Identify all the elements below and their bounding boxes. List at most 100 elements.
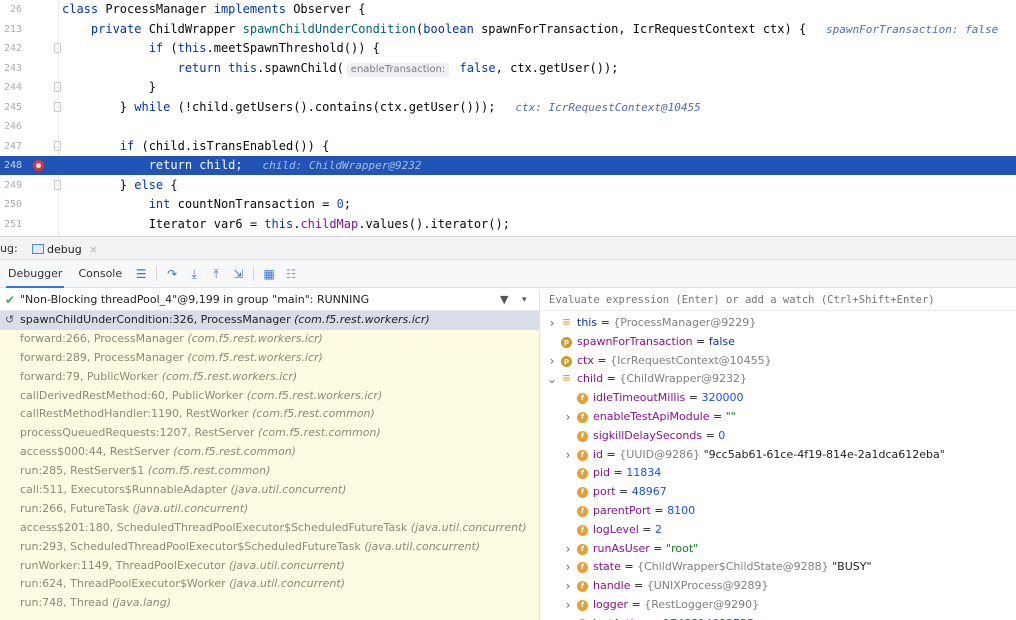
line-number[interactable]: 248 bbox=[0, 156, 22, 175]
line-number[interactable]: 250 bbox=[0, 195, 22, 214]
code-line[interactable]: 245 } while (!child.getUsers().contains(… bbox=[0, 98, 1016, 117]
variable-text: sigkillDelaySeconds = 0 bbox=[593, 428, 726, 442]
variable-row[interactable]: f sigkillDelaySeconds = 0 bbox=[541, 427, 1016, 446]
stack-frame[interactable]: processQueuedRequests:1207, RestServer (… bbox=[0, 424, 539, 443]
line-number[interactable]: 246 bbox=[0, 117, 22, 136]
stack-frame[interactable]: run:624, ThreadPoolExecutor$Worker (java… bbox=[0, 575, 539, 594]
stack-frame[interactable]: ↺ spawnChildUnderCondition:326, ProcessMa… bbox=[0, 311, 539, 330]
stack-frame[interactable]: run:293, ScheduledThreadPoolExecutor$Sch… bbox=[0, 538, 539, 557]
expand-arrow-icon[interactable]: › bbox=[547, 314, 557, 333]
frame-package: (com.f5.rest.workers.icr) bbox=[294, 313, 430, 326]
step-over-icon[interactable]: ↷ bbox=[163, 265, 181, 283]
stack-frame[interactable]: runWorker:1149, ThreadPoolExecutor (java… bbox=[0, 557, 539, 576]
expand-arrow-icon[interactable]: › bbox=[563, 577, 573, 596]
current-frame-icon: ↺ bbox=[5, 313, 15, 326]
stack-frame[interactable]: run:285, RestServer$1 (com.f5.rest.commo… bbox=[0, 462, 539, 481]
variable-row[interactable]: › p ctx = {IcrRequestContext@10455} bbox=[541, 352, 1016, 371]
variable-row[interactable]: f port = 48967 bbox=[541, 483, 1016, 502]
stack-frame[interactable]: access$000:44, RestServer (com.f5.rest.c… bbox=[0, 443, 539, 462]
variable-name: logLevel bbox=[593, 522, 639, 536]
line-number[interactable]: 247 bbox=[0, 137, 22, 156]
expand-arrow-icon[interactable]: › bbox=[563, 408, 573, 427]
fold-marker-icon[interactable] bbox=[54, 140, 61, 151]
variable-row[interactable]: f idleTimeoutMillis = 320000 bbox=[541, 389, 1016, 408]
variable-row[interactable]: p spawnForTransaction = false bbox=[541, 333, 1016, 352]
stack-frame[interactable]: call:511, Executors$RunnableAdapter (jav… bbox=[0, 481, 539, 500]
stack-frame[interactable]: callRestMethodHandler:1190, RestWorker (… bbox=[0, 405, 539, 424]
collapse-arrow-icon[interactable]: ⌄ bbox=[547, 370, 557, 389]
variable-row[interactable]: f logLevel = 2 bbox=[541, 521, 1016, 540]
variable-row[interactable]: f parentPort = 8100 bbox=[541, 502, 1016, 521]
run-to-cursor-icon[interactable]: ⇲ bbox=[229, 265, 247, 283]
expand-arrow-icon[interactable]: › bbox=[563, 558, 573, 577]
variable-row[interactable]: ⌄ ≡ child = {ChildWrapper@9232} bbox=[541, 370, 1016, 389]
line-number[interactable]: 249 bbox=[0, 176, 22, 195]
variable-row[interactable]: › f id = {UUID@9286} "9cc5ab61-61ce-4f19-8… bbox=[541, 446, 1016, 465]
expand-arrow-icon[interactable]: › bbox=[563, 596, 573, 615]
code-line[interactable]: 243 return this.spawnChild(enableTransac… bbox=[0, 59, 1016, 78]
inline-debug-value: child: ChildWrapper@9232 bbox=[242, 159, 422, 172]
debug-session-tab[interactable]: debug × bbox=[28, 239, 102, 259]
fold-marker-icon[interactable] bbox=[54, 82, 61, 92]
code-line[interactable]: 242 if (this.meetSpawnThreshold()) { bbox=[0, 39, 1016, 58]
menu-icon[interactable]: ☰ bbox=[132, 265, 150, 283]
variable-row[interactable]: › f runAsUser = "root" bbox=[541, 540, 1016, 559]
stack-frame[interactable]: access$201:180, ScheduledThreadPoolExecu… bbox=[0, 519, 539, 538]
code-line[interactable]: 248 return child; child: ChildWrapper@92… bbox=[0, 156, 1016, 175]
code-line[interactable]: 26 class ProcessManager implements Observ… bbox=[0, 0, 1016, 19]
code-line[interactable]: 250 int countNonTransaction = 0; bbox=[0, 195, 1016, 214]
tab-debugger[interactable]: Debugger bbox=[0, 260, 70, 288]
frame-package: (com.f5.rest.workers.icr) bbox=[187, 331, 323, 345]
code-line[interactable]: 246 bbox=[0, 117, 1016, 136]
code-line[interactable]: 249 } else { bbox=[0, 176, 1016, 195]
step-out-icon[interactable]: ⤒ bbox=[207, 265, 225, 283]
variable-text: this = {ProcessManager@9229} bbox=[577, 316, 757, 329]
close-icon[interactable]: × bbox=[89, 243, 98, 256]
debug-tool-window-header: ug: debug × bbox=[0, 236, 1016, 260]
layout-settings-icon[interactable]: ☷ bbox=[282, 265, 300, 283]
variable-row[interactable]: flastActive = 1748814092725 bbox=[541, 615, 1016, 620]
line-number[interactable]: 245 bbox=[0, 98, 22, 117]
stack-frame[interactable]: run:266, FutureTask (java.util.concurren… bbox=[0, 500, 539, 519]
chevron-down-icon[interactable]: ▾ bbox=[522, 289, 527, 311]
code-line[interactable]: 251 Iterator var6 = this.childMap.values… bbox=[0, 215, 1016, 234]
variable-row[interactable]: › f state = {ChildWrapper$ChildState@9288}… bbox=[541, 558, 1016, 577]
variable-text: id = {UUID@9286} "9cc5ab61-61ce-4f19-814… bbox=[593, 447, 945, 461]
variable-row[interactable]: › f logger = {RestLogger@9290} bbox=[541, 596, 1016, 615]
stack-frame[interactable]: forward:266, ProcessManager (com.f5.rest… bbox=[0, 330, 539, 349]
code-line[interactable]: 247 if (child.isTransEnabled()) { bbox=[0, 137, 1016, 156]
code-line[interactable]: 244 } bbox=[0, 78, 1016, 97]
stack-frame[interactable]: run:748, Thread (java.lang) bbox=[0, 594, 539, 613]
line-number[interactable]: 243 bbox=[0, 59, 22, 78]
code-line[interactable]: 213 private ChildWrapper spawnChildUnder… bbox=[0, 20, 1016, 39]
code-editor[interactable]: 26 class ProcessManager implements Observ… bbox=[0, 0, 1016, 236]
thread-selector[interactable]: ✔ "Non-Blocking threadPool_4"@9,199 in g… bbox=[0, 289, 539, 311]
variable-row[interactable]: f pid = 11834 bbox=[541, 464, 1016, 483]
expand-arrow-icon[interactable]: › bbox=[563, 446, 573, 465]
expand-arrow-icon[interactable]: › bbox=[563, 540, 573, 559]
line-number[interactable]: 251 bbox=[0, 215, 22, 234]
line-number[interactable]: 213 bbox=[0, 20, 22, 39]
filter-icon[interactable]: ▼ bbox=[500, 289, 508, 311]
parameter-icon: p bbox=[561, 355, 572, 367]
stack-frame[interactable]: forward:79, PublicWorker (com.f5.rest.wo… bbox=[0, 368, 539, 387]
line-number[interactable]: 242 bbox=[0, 39, 22, 58]
line-number[interactable]: 26 bbox=[0, 0, 22, 19]
line-number[interactable]: 244 bbox=[0, 78, 22, 97]
fold-marker-icon[interactable] bbox=[54, 101, 61, 112]
variable-row[interactable]: › f handle = {UNIXProcess@9289} bbox=[541, 577, 1016, 596]
frame-package: (com.f5.rest.common) bbox=[147, 464, 271, 478]
stack-frame[interactable]: callDerivedRestMethod:60, PublicWorker (… bbox=[0, 387, 539, 406]
breakpoint-icon[interactable] bbox=[33, 160, 44, 171]
step-into-icon[interactable]: ⤓ bbox=[185, 265, 203, 283]
evaluate-expression-input[interactable] bbox=[541, 289, 1016, 311]
tab-console[interactable]: Console bbox=[70, 260, 130, 288]
expand-arrow-icon[interactable]: › bbox=[547, 352, 557, 371]
variable-value: 0 bbox=[718, 428, 726, 442]
variable-row[interactable]: › ≡ this = {ProcessManager@9229} bbox=[541, 314, 1016, 333]
fold-marker-icon[interactable] bbox=[54, 179, 61, 190]
evaluate-expression-icon[interactable]: ▦ bbox=[260, 265, 278, 283]
fold-marker-icon[interactable] bbox=[54, 43, 61, 53]
stack-frame[interactable]: forward:289, ProcessManager (com.f5.rest… bbox=[0, 349, 539, 368]
variable-row[interactable]: › f enableTestApiModule = "" bbox=[541, 408, 1016, 427]
